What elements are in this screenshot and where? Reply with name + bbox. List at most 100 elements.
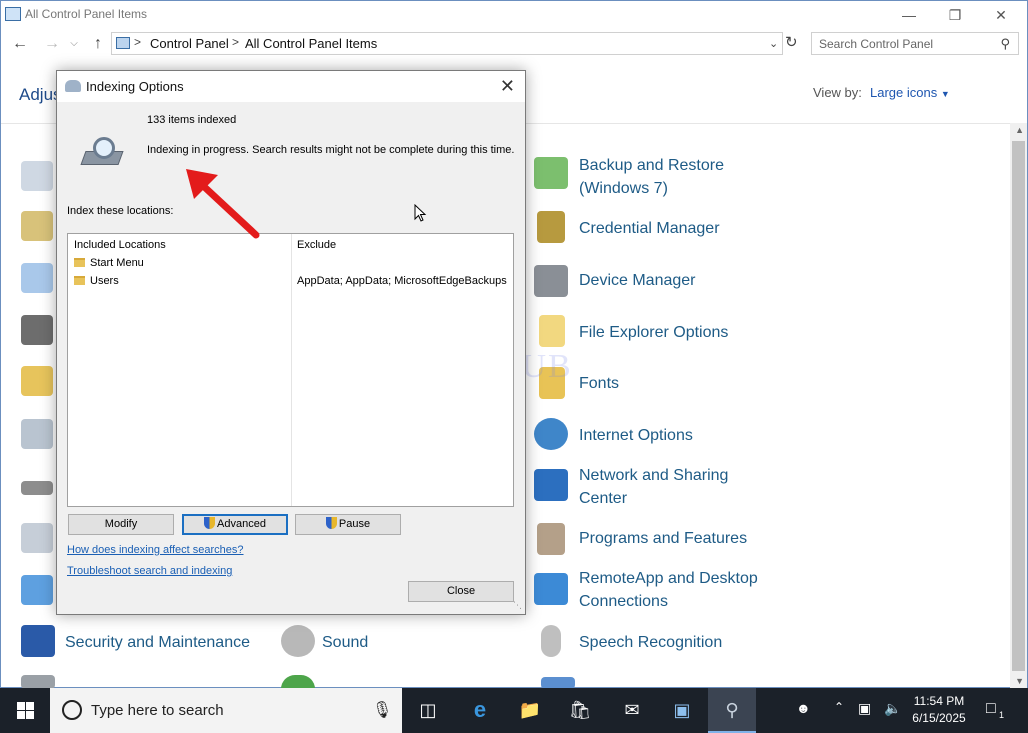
location-start-menu[interactable]: Start Menu <box>90 257 144 269</box>
file-explorer-options-icon[interactable] <box>539 315 565 347</box>
resize-grip-icon[interactable]: ⋱ <box>513 600 522 611</box>
item-file-explorer-options[interactable]: File Explorer Options <box>579 321 728 344</box>
start-button[interactable] <box>0 688 48 733</box>
item-internet-options[interactable]: Internet Options <box>579 424 693 447</box>
indexing-taskbar-icon: ⚲ <box>725 700 739 720</box>
uac-shield-icon <box>204 517 216 529</box>
clock-time: 11:54 PM <box>913 694 965 708</box>
cortana-icon <box>62 700 82 720</box>
scrollbar-thumb[interactable] <box>1012 141 1025 671</box>
task-view-icon[interactable]: ◫ <box>414 696 442 724</box>
address-bar[interactable]: > Control Panel > All Control Panel Item… <box>111 32 783 55</box>
mail-icon[interactable]: ✉ <box>618 696 646 724</box>
refresh-icon[interactable]: ↻ <box>785 33 803 55</box>
key-icon[interactable] <box>21 211 53 241</box>
red-arrow-annotation <box>186 169 260 239</box>
people-icon[interactable]: ☻ <box>796 700 811 716</box>
scroll-up-icon[interactable]: ▲ <box>1015 125 1024 135</box>
notification-icon[interactable]: □ <box>986 700 996 718</box>
speaker-icon[interactable] <box>281 625 315 657</box>
navigation-bar: ← → ⌵ ↑ > Control Panel > All Control Pa… <box>1 29 1027 59</box>
backup-restore-icon[interactable] <box>534 157 568 189</box>
microphone-icon[interactable] <box>541 625 561 657</box>
close-window-button[interactable]: ✕ <box>978 1 1024 29</box>
device-manager-icon[interactable] <box>534 265 568 297</box>
keyboard-icon[interactable] <box>21 481 53 495</box>
folder-icon <box>74 258 85 267</box>
phone-modem-icon[interactable] <box>21 523 53 553</box>
title-bar: All Control Panel Items — ❐ ✕ <box>1 1 1027 29</box>
edge-icon[interactable]: e <box>466 696 494 724</box>
items-indexed-count: 133 items indexed <box>147 114 237 126</box>
troubleshoot-link[interactable]: Troubleshoot search and indexing <box>67 565 232 577</box>
pause-label: Pause <box>338 518 371 530</box>
file-explorer-icon[interactable]: 📁 <box>516 696 544 724</box>
exclude-header[interactable]: Exclude <box>297 239 336 251</box>
breadcrumb-separator-icon: > <box>134 35 142 49</box>
item-security-maintenance[interactable]: Security and Maintenance <box>65 631 250 654</box>
caret-down-icon: ▼ <box>940 89 950 99</box>
pause-button[interactable]: Pause <box>295 514 401 535</box>
uac-shield-icon <box>325 517 337 529</box>
sync-center-icon[interactable] <box>281 675 315 689</box>
indexing-affect-link[interactable]: How does indexing affect searches? <box>67 544 244 556</box>
included-locations-header[interactable]: Included Locations <box>74 239 166 251</box>
item-fonts[interactable]: Fonts <box>579 372 619 395</box>
microphone-icon[interactable]: 🎙 <box>372 700 392 720</box>
clock[interactable]: 11:54 PM 6/15/2025 <box>906 693 972 727</box>
item-remoteapp[interactable]: RemoteApp and Desktop Connections <box>579 567 758 613</box>
printer-icon[interactable] <box>21 315 53 345</box>
drive-magnifier-icon <box>80 137 124 169</box>
item-device-manager[interactable]: Device Manager <box>579 269 696 292</box>
credential-manager-icon[interactable] <box>537 211 565 243</box>
store-icon[interactable]: 🛍 <box>566 696 594 724</box>
network-icon[interactable]: ▣ <box>858 700 871 717</box>
search-icon: ⚲ <box>1000 36 1010 51</box>
view-by-value: Large icons <box>870 85 938 100</box>
maximize-button[interactable]: ❐ <box>932 1 978 29</box>
breadcrumb-all-items[interactable]: All Control Panel Items <box>245 36 377 51</box>
indexing-icon[interactable] <box>21 419 53 449</box>
indexing-options-icon <box>65 80 81 92</box>
flag-icon[interactable] <box>21 625 55 657</box>
item-backup-restore[interactable]: Backup and Restore (Windows 7) <box>579 154 724 200</box>
taskbar-search-box[interactable]: Type here to search 🎙 <box>50 688 402 733</box>
internet-options-icon[interactable] <box>534 418 568 450</box>
dialog-close-icon[interactable]: ✕ <box>500 76 515 97</box>
locations-list[interactable]: Included Locations Exclude Start Menu Us… <box>67 233 514 507</box>
storage-spaces-icon[interactable] <box>21 675 55 689</box>
action-center-icon[interactable] <box>21 161 53 191</box>
tray-chevron-up-icon[interactable]: ⌃ <box>834 700 844 714</box>
up-arrow-icon[interactable]: ↑ <box>87 33 109 55</box>
volume-icon[interactable]: 🔈 <box>884 700 901 717</box>
folder-clock-icon[interactable] <box>21 366 53 396</box>
item-speech-recognition[interactable]: Speech Recognition <box>579 631 722 654</box>
item-network-sharing[interactable]: Network and Sharing Center <box>579 464 728 510</box>
view-by-dropdown[interactable]: Large icons ▼ <box>870 85 950 100</box>
search-box[interactable]: Search Control Panel ⚲ <box>811 32 1019 55</box>
taskbar-search-placeholder: Type here to search <box>91 702 224 719</box>
control-panel-taskbar-icon[interactable]: ▣ <box>668 696 696 724</box>
network-sharing-icon[interactable] <box>534 469 568 501</box>
dialog-close-button[interactable]: Close <box>408 581 514 602</box>
item-credential-manager[interactable]: Credential Manager <box>579 217 720 240</box>
indexing-options-taskbar-button[interactable]: ⚲ <box>708 688 756 733</box>
scroll-down-icon[interactable]: ▼ <box>1015 676 1024 686</box>
column-separator <box>291 234 292 506</box>
location-users[interactable]: Users <box>90 275 119 287</box>
calendar-icon[interactable] <box>21 263 53 293</box>
item-sound[interactable]: Sound <box>322 631 368 654</box>
back-arrow-icon[interactable]: ← <box>9 33 31 55</box>
location-users-exclude: AppData; AppData; MicrosoftEdgeBackups <box>297 275 507 287</box>
recent-dropdown-icon[interactable]: ⌵ <box>63 33 85 55</box>
forward-arrow-icon[interactable]: → <box>41 33 63 55</box>
item-programs-features[interactable]: Programs and Features <box>579 527 747 550</box>
modify-button[interactable]: Modify <box>68 514 174 535</box>
minimize-button[interactable]: — <box>886 1 932 29</box>
chevron-down-icon[interactable]: ⌄ <box>769 37 778 50</box>
remoteapp-icon[interactable] <box>534 573 568 605</box>
breadcrumb-control-panel[interactable]: Control Panel <box>150 36 229 51</box>
programs-features-icon[interactable] <box>537 523 565 555</box>
recovery-icon[interactable] <box>21 575 53 605</box>
advanced-button[interactable]: Advanced <box>182 514 288 535</box>
